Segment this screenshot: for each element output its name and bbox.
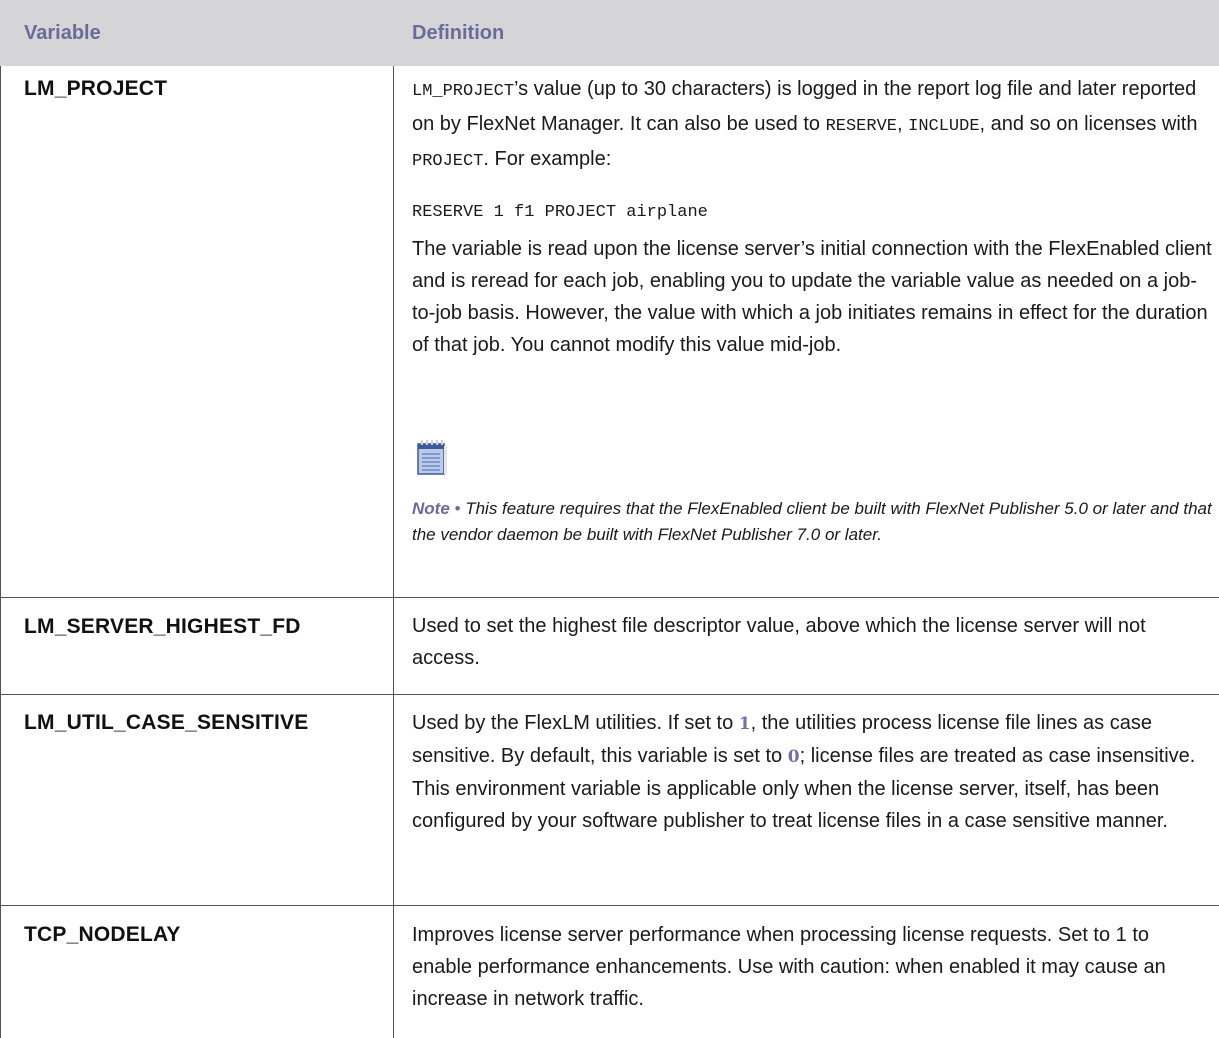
definition-lm-util-case-sensitive: Used by the FlexLM utilities. If set to … [412,712,1196,832]
note-text: Note • This feature requires that the Fl… [412,499,1212,544]
value-one: 1 [738,714,751,734]
note-bullet: • [454,499,461,518]
table-header-row: Variable Definition [0,0,1219,66]
column-header-variable: Variable [24,22,101,44]
value-zero: 0 [787,747,800,767]
row-divider [0,694,1219,695]
code-inline: RESERVE [825,117,897,136]
note-label: Note [412,499,450,518]
variable-name-lm-server-highest-fd: LM_SERVER_HIGHEST_FD [24,615,301,638]
code-inline: LM_PROJECT [412,82,515,101]
row-divider [0,905,1219,906]
code-example: RESERVE 1 f1 PROJECT airplane [412,203,708,222]
definition-paragraph-2: The variable is read upon the license se… [412,238,1212,356]
environment-variables-table: Variable Definition LM_PROJECT LM_PROJEC… [0,0,1219,1038]
column-divider [393,66,394,1038]
code-inline: PROJECT [412,152,484,171]
definition-lm-server-highest-fd: Used to set the highest file descriptor … [412,615,1146,669]
table-left-border [0,66,1,1038]
variable-name-lm-project: LM_PROJECT [24,77,168,100]
definition-tcp-nodelay: Improves license server performance when… [412,924,1166,1010]
variable-name-tcp-nodelay: TCP_NODELAY [24,923,181,946]
column-header-definition: Definition [412,22,505,44]
definition-paragraph-1: LM_PROJECT’s value (up to 30 characters)… [412,78,1198,171]
code-inline: INCLUDE [908,117,980,136]
note-document-icon [417,440,447,475]
variable-name-lm-util-case-sensitive: LM_UTIL_CASE_SENSITIVE [24,711,309,734]
row-divider [0,597,1219,598]
